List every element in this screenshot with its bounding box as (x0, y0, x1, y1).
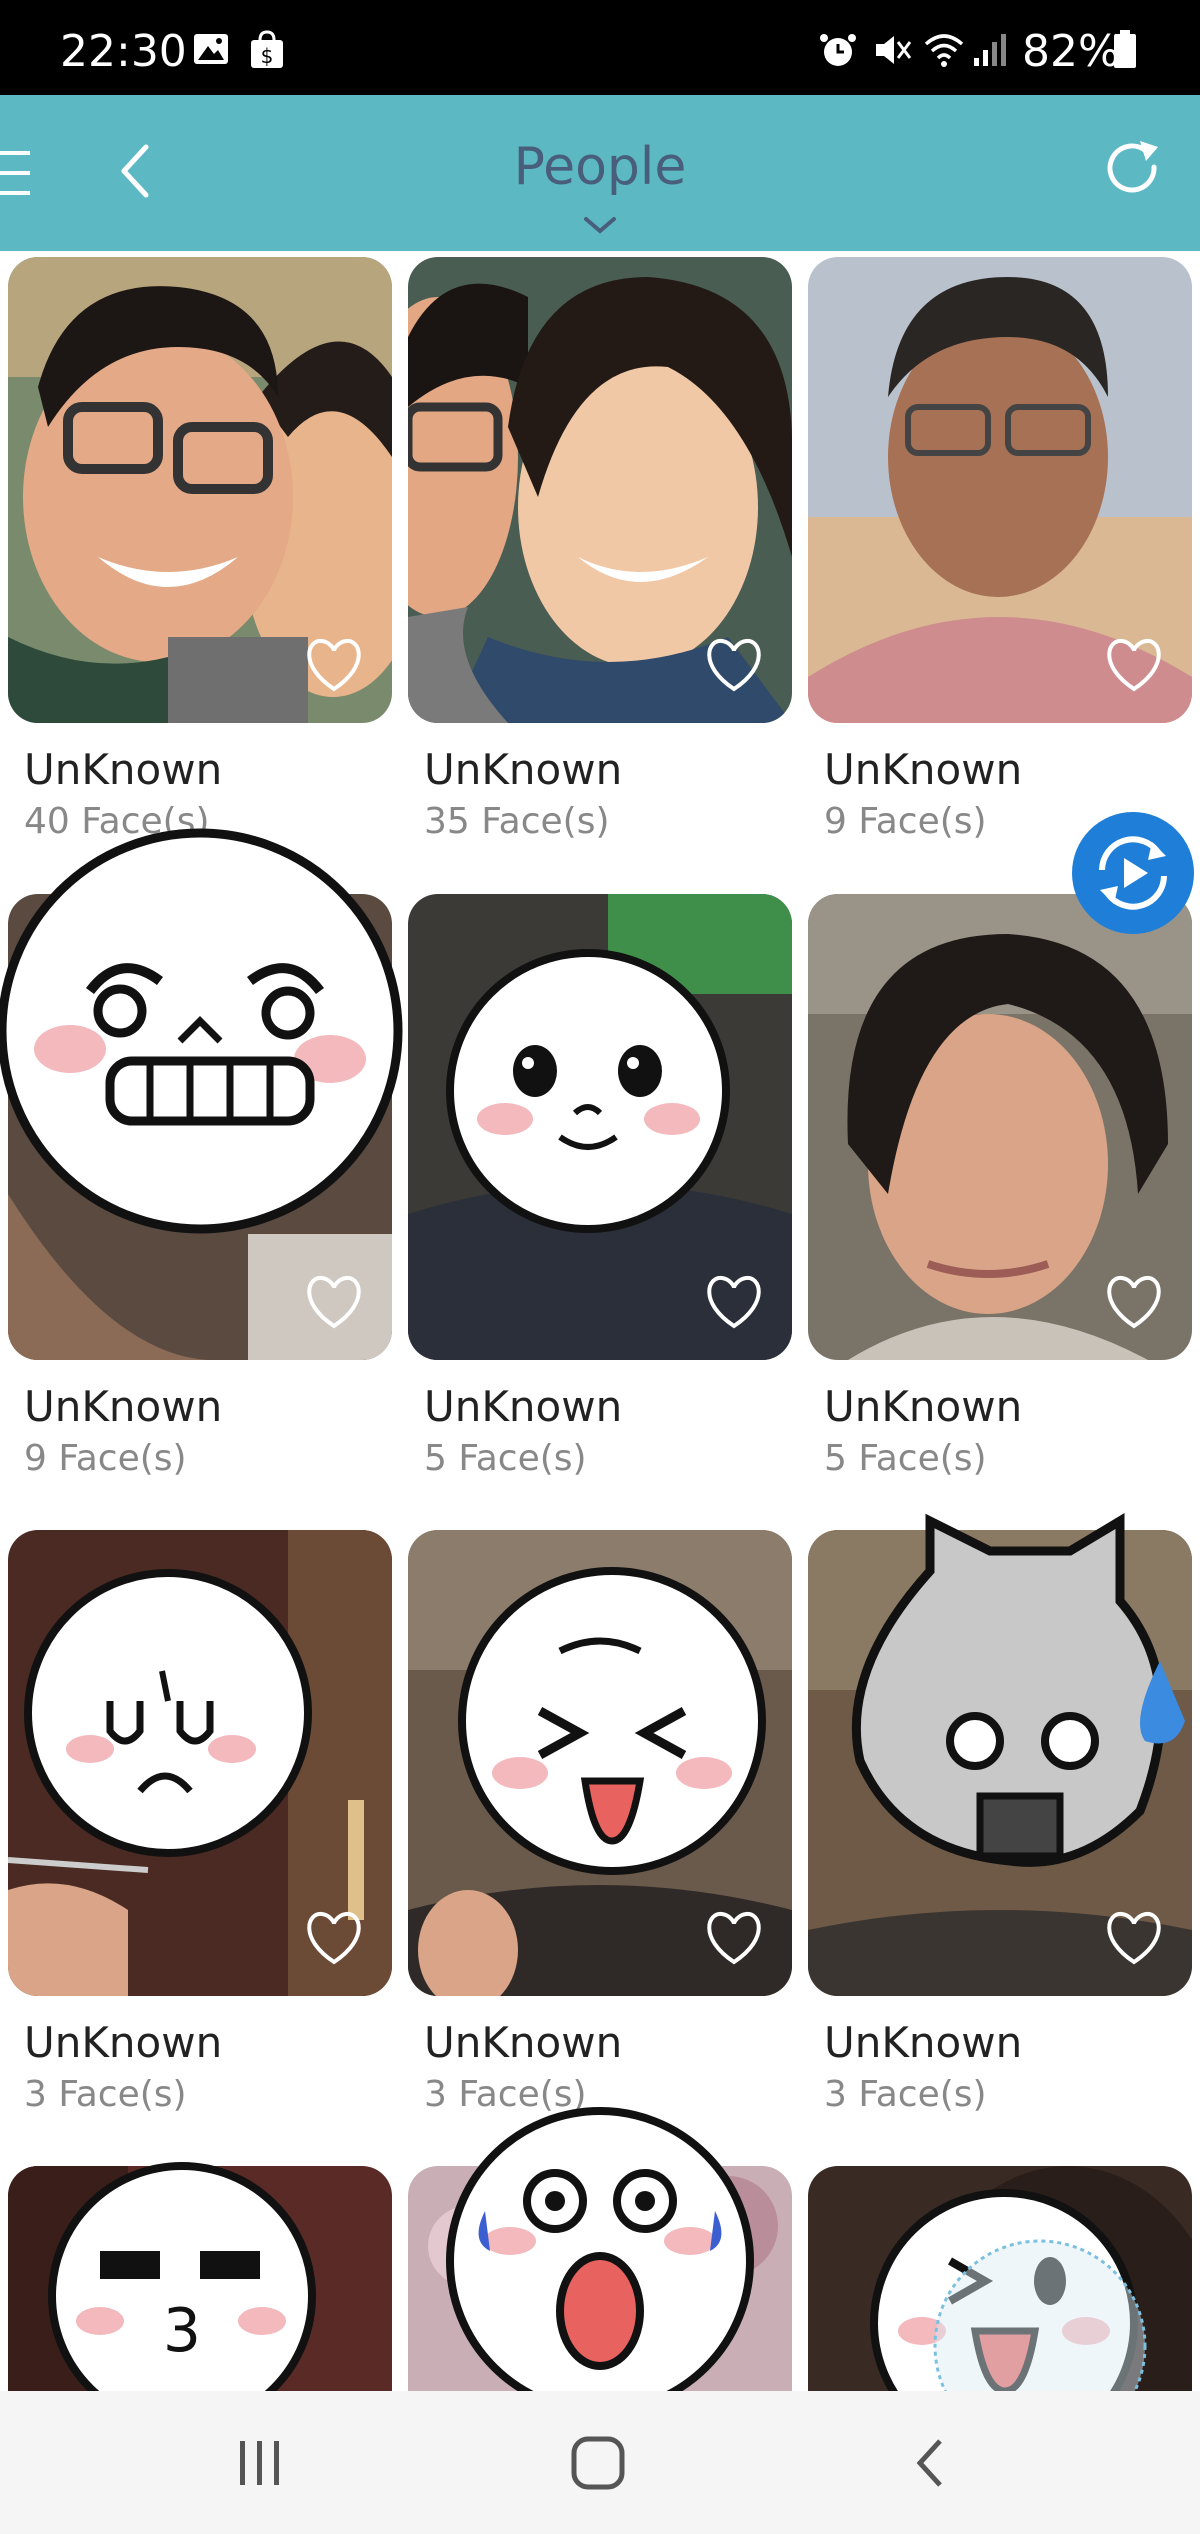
rabbit-sticker-icon (851, 1513, 1185, 1867)
page-title[interactable]: People (0, 137, 1200, 197)
refresh-button[interactable] (1100, 137, 1166, 207)
grinning-sticker-icon (0, 828, 403, 1234)
shy-sticker-icon (446, 949, 730, 1233)
battery-icon (1112, 30, 1138, 74)
cool-sticker-icon: 3 (48, 2162, 316, 2391)
gallery-icon (192, 30, 230, 72)
recent-apps-button[interactable] (236, 2427, 284, 2501)
annoyed-sticker-icon (24, 1569, 312, 1857)
status-bar: 22:30 $ 82% (0, 0, 1200, 95)
svg-text:$: $ (261, 44, 274, 68)
mute-icon (872, 30, 912, 74)
shocked-sticker-icon (446, 2107, 754, 2391)
back-nav-button[interactable] (910, 2427, 950, 2501)
slideshow-icon (1099, 836, 1167, 910)
people-grid: UnKnown 40 Face(s) UnKnown 35 Face(s) Un… (0, 251, 1200, 2391)
home-button[interactable] (568, 2427, 632, 2501)
signal-icon (970, 30, 1010, 74)
wifi-icon (922, 30, 966, 74)
sticker-overlay: 3 (0, 828, 1185, 2391)
laughing-sticker-icon (458, 1567, 766, 1875)
slideshow-button[interactable] (1072, 812, 1194, 934)
chevron-down-icon[interactable] (582, 215, 618, 241)
svg-text:3: 3 (163, 2296, 201, 2366)
status-time: 22:30 (60, 26, 187, 77)
battery-percent: 82% (1022, 26, 1120, 77)
alarm-icon (818, 30, 858, 74)
system-nav-bar (0, 2391, 1200, 2534)
app-header: People (0, 95, 1200, 251)
shopping-bag-icon: $ (248, 30, 286, 74)
